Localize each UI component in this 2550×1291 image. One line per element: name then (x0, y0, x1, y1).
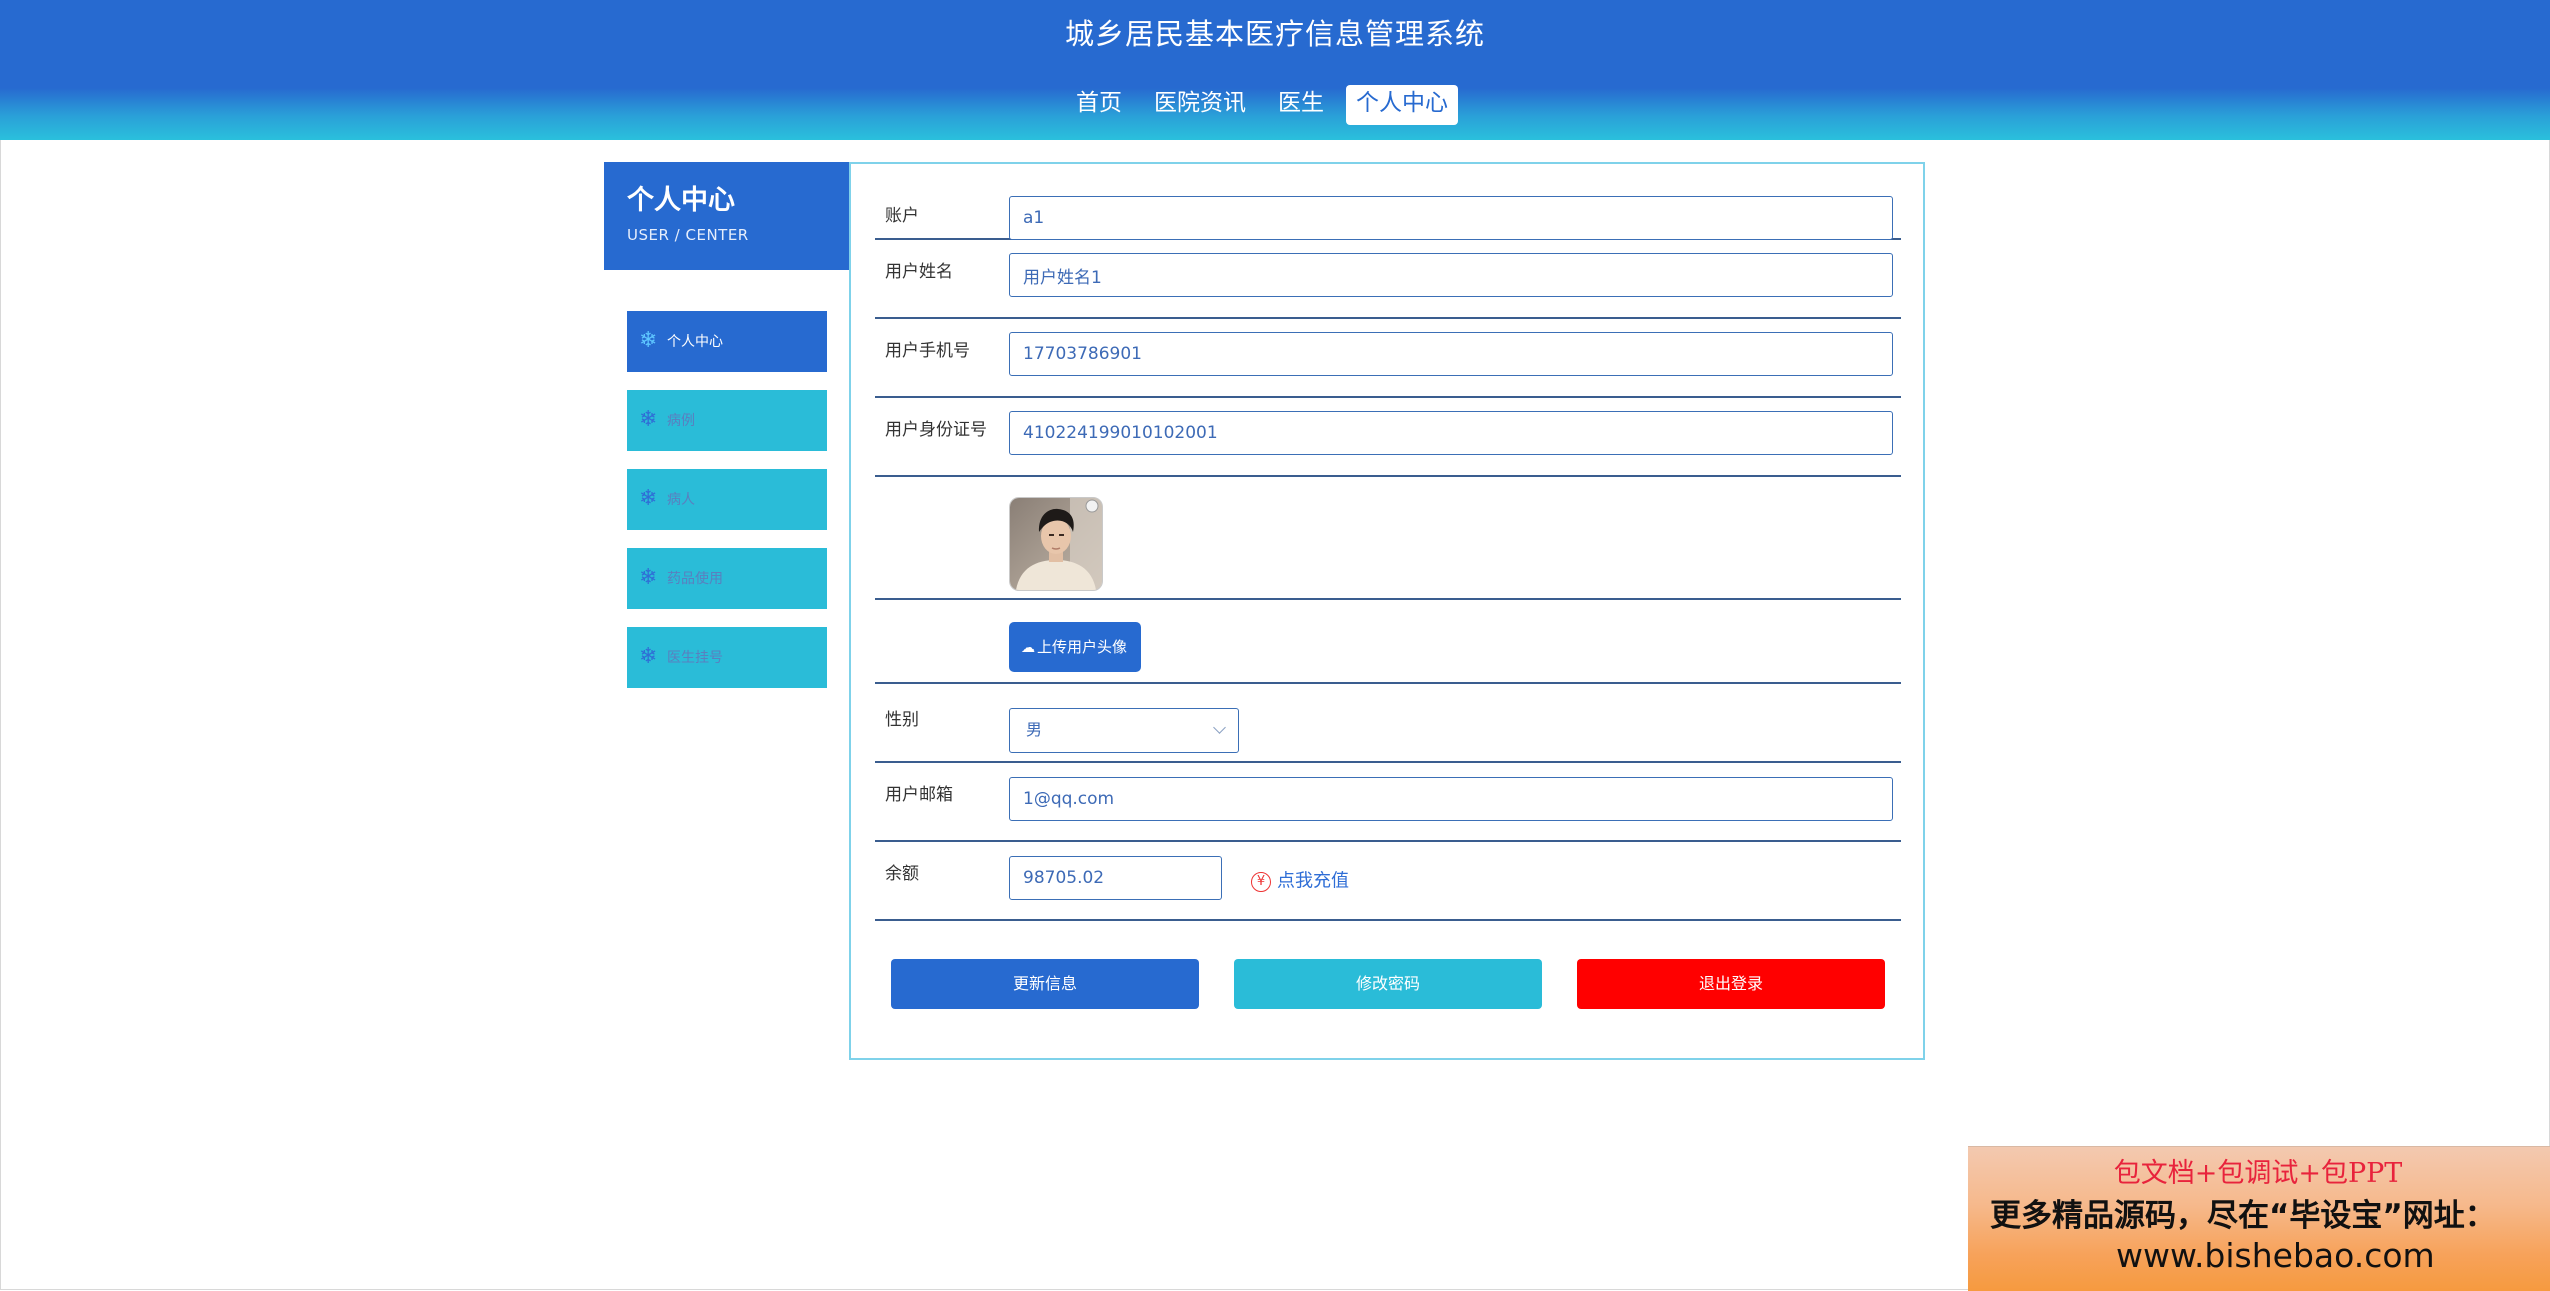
nav-home[interactable]: 首页 (1066, 85, 1132, 125)
change-password-button[interactable]: 修改密码 (1234, 959, 1542, 1009)
nav-hospital-news[interactable]: 医院资讯 (1144, 85, 1256, 125)
sidebar-menu: ❄ 个人中心 ❄ 病例 ❄ 病人 ❄ 药品使用 ❄ 医生挂号 (627, 311, 827, 706)
recharge-link[interactable]: ¥ 点我充值 (1251, 869, 1349, 894)
upload-avatar-label: 上传用户头像 (1037, 638, 1128, 656)
sidebar-item-label: 医生挂号 (667, 650, 723, 666)
upload-row: ☁ 上传用户头像 (875, 600, 1901, 684)
balance-label: 余额 (885, 864, 919, 884)
gender-select[interactable]: 男 (1009, 708, 1239, 753)
sidebar-item-label: 个人中心 (667, 334, 723, 350)
upload-avatar-button[interactable]: ☁ 上传用户头像 (1009, 622, 1141, 672)
idcard-row: 用户身份证号 (875, 398, 1901, 477)
site-title: 城乡居民基本医疗信息管理系统 (1064, 17, 1485, 51)
phone-row: 用户手机号 (875, 319, 1901, 398)
ad-banner[interactable]: 包文档+包调试+包PPT 更多精品源码，尽在“毕设宝”网址： www.bishe… (1968, 1146, 2550, 1291)
sidebar-item-cases[interactable]: ❄ 病例 (627, 390, 827, 451)
name-input[interactable] (1009, 253, 1893, 297)
sidebar-title: 个人中心 (627, 185, 735, 216)
name-label: 用户姓名 (885, 262, 953, 282)
account-input[interactable] (1009, 196, 1893, 240)
snowflake-icon: ❄ (639, 486, 658, 511)
sidebar-item-user-center[interactable]: ❄ 个人中心 (627, 311, 827, 372)
sidebar-item-label: 病例 (667, 413, 695, 429)
sidebar-subtitle: USER / CENTER (627, 226, 749, 244)
account-label: 账户 (885, 206, 919, 226)
logout-button[interactable]: 退出登录 (1577, 959, 1885, 1009)
snowflake-icon: ❄ (639, 407, 658, 432)
chevron-down-icon (1213, 721, 1226, 734)
account-row: 账户 (875, 186, 1901, 240)
phone-label: 用户手机号 (885, 341, 970, 361)
email-row: 用户邮箱 (875, 763, 1901, 842)
avatar (1009, 497, 1103, 591)
avatar-image (1010, 498, 1102, 590)
gender-selected-value: 男 (1026, 720, 1043, 739)
update-info-button[interactable]: 更新信息 (891, 959, 1199, 1009)
snowflake-icon: ❄ (639, 644, 658, 669)
sidebar-item-label: 病人 (667, 492, 695, 508)
cloud-upload-icon: ☁ (1021, 640, 1035, 656)
sidebar-item-doctor-registration[interactable]: ❄ 医生挂号 (627, 627, 827, 688)
ad-line-2: 更多精品源码，尽在“毕设宝”网址： (1990, 1198, 2496, 1234)
gender-label: 性别 (885, 710, 919, 730)
main-nav: 首页 医院资讯 医生 个人中心 (1060, 85, 1464, 125)
balance-row: 余额 ¥ 点我充值 (875, 842, 1901, 921)
nav-user-center[interactable]: 个人中心 (1346, 85, 1458, 125)
snowflake-icon: ❄ (639, 328, 658, 353)
email-label: 用户邮箱 (885, 785, 953, 805)
email-input[interactable] (1009, 777, 1893, 821)
name-row: 用户姓名 (875, 240, 1901, 319)
ad-line-1: 包文档+包调试+包PPT (2113, 1158, 2403, 1189)
profile-form-panel: 账户 用户姓名 用户手机号 用户身份证号 (849, 162, 1925, 1060)
avatar-row (875, 477, 1901, 600)
nav-doctors[interactable]: 医生 (1268, 85, 1334, 125)
recharge-label: 点我充值 (1277, 870, 1349, 892)
site-header: 城乡居民基本医疗信息管理系统 首页 医院资讯 医生 个人中心 (0, 0, 2550, 140)
phone-input[interactable] (1009, 332, 1893, 376)
ad-url: www.bishebao.com (2116, 1236, 2435, 1275)
snowflake-icon: ❄ (639, 565, 658, 590)
sidebar-item-medicine-usage[interactable]: ❄ 药品使用 (627, 548, 827, 609)
balance-input[interactable] (1009, 856, 1222, 900)
idcard-input[interactable] (1009, 411, 1893, 455)
gender-row: 性别 男 (875, 684, 1901, 763)
sidebar-item-label: 药品使用 (667, 571, 723, 587)
idcard-label: 用户身份证号 (885, 420, 987, 440)
sidebar-item-patients[interactable]: ❄ 病人 (627, 469, 827, 530)
yen-icon: ¥ (1251, 871, 1271, 892)
sidebar-header: 个人中心 USER / CENTER (604, 162, 850, 270)
